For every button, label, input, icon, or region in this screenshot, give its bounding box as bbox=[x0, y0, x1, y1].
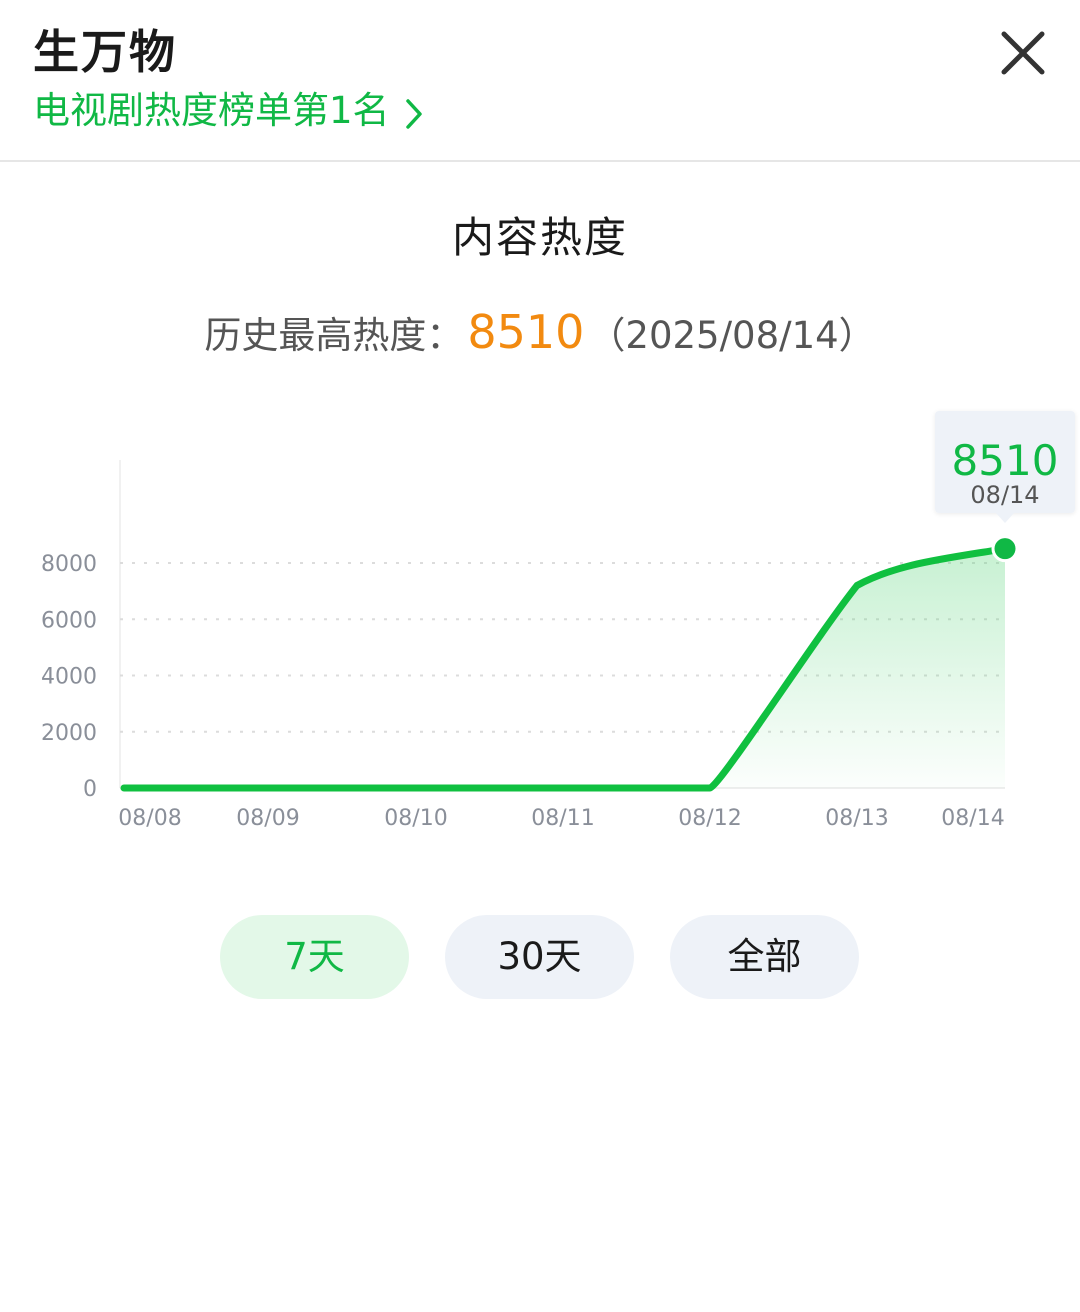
y-tick-label: 6000 bbox=[41, 608, 97, 633]
chevron-right-icon bbox=[405, 99, 422, 129]
y-tick-label: 8000 bbox=[41, 552, 97, 577]
range-7-days-button[interactable]: 7天 bbox=[220, 915, 409, 999]
history-date: （2025/08/14） bbox=[588, 314, 876, 357]
rank-link-label: 电视剧热度榜单第1名 bbox=[33, 89, 390, 132]
y-axis-ticks: 8000 6000 4000 2000 0 bbox=[41, 552, 97, 802]
x-tick-label: 08/14 bbox=[941, 806, 1004, 831]
show-title: 生万物 bbox=[33, 25, 177, 79]
area-fill bbox=[124, 548, 1005, 788]
history-peak-line: 历史最高热度：8510 （2025/08/14） bbox=[0, 302, 1080, 366]
close-icon[interactable] bbox=[996, 26, 1050, 80]
range-all-button[interactable]: 全部 bbox=[670, 915, 859, 999]
tooltip-date: 08/14 bbox=[970, 481, 1039, 509]
x-tick-label: 08/08 bbox=[118, 806, 181, 831]
x-tick-label: 08/13 bbox=[825, 806, 888, 831]
tooltip-value: 8510 bbox=[952, 436, 1059, 485]
history-prefix: 历史最高热度： bbox=[204, 314, 464, 357]
range-selector: 7天 30天 全部 bbox=[0, 915, 1080, 999]
latest-point-marker bbox=[991, 535, 1019, 563]
y-tick-label: 0 bbox=[83, 777, 97, 802]
y-tick-label: 4000 bbox=[41, 665, 97, 690]
x-axis-ticks: 08/08 08/09 08/10 08/11 08/12 08/13 08/14 bbox=[118, 806, 1004, 831]
heat-chart: 80006000400020000 08/08 08/09 08/10 08/11 08… bbox=[41, 411, 1075, 831]
history-peak-value: 8510 bbox=[467, 305, 585, 359]
x-tick-label: 08/12 bbox=[678, 806, 741, 831]
tooltip-arrow bbox=[996, 513, 1014, 523]
x-tick-label: 08/11 bbox=[531, 806, 594, 831]
tooltip: 8510 08/14 bbox=[935, 411, 1075, 523]
x-tick-label: 08/09 bbox=[236, 806, 299, 831]
range-30-days-button[interactable]: 30天 bbox=[445, 915, 634, 999]
rank-link[interactable]: 电视剧热度榜单第1名 bbox=[33, 86, 422, 136]
x-tick-label: 08/10 bbox=[384, 806, 447, 831]
header: 生万物 电视剧热度榜单第1名 bbox=[0, 0, 1080, 162]
section-title: 内容热度 bbox=[451, 213, 628, 262]
y-tick-label: 2000 bbox=[41, 721, 97, 746]
